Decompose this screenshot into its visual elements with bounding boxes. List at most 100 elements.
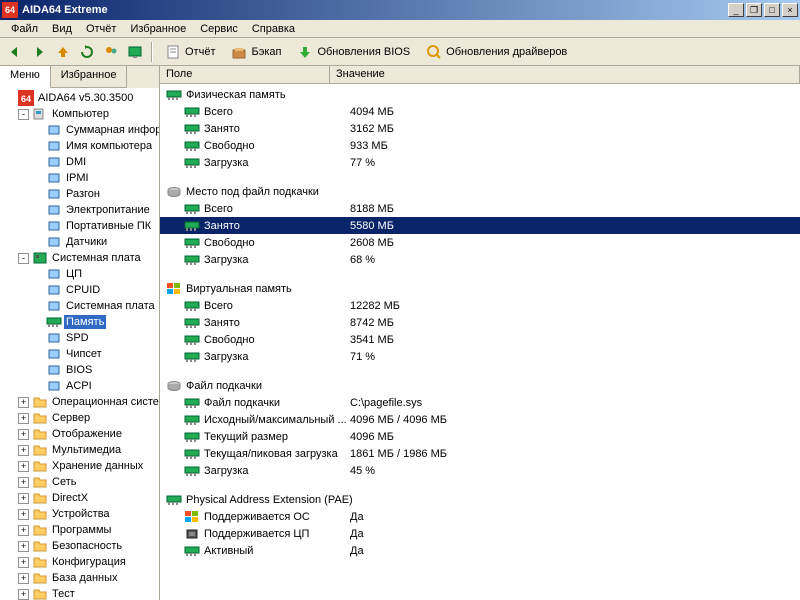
collapse-icon[interactable]: - (18, 109, 29, 120)
tab-menu[interactable]: Меню (0, 66, 51, 88)
tree-item[interactable]: -Компьютер (2, 106, 157, 122)
data-list[interactable]: Физическая памятьВсего4094 МБЗанято3162 … (160, 84, 800, 600)
tree-item[interactable]: + Хранение данных (2, 458, 157, 474)
data-row[interactable]: Занято3162 МБ (160, 120, 800, 137)
forward-button[interactable] (28, 41, 50, 63)
tree-item[interactable]: +Операционная система (2, 394, 157, 410)
bios-update-button[interactable]: Обновления BIOS (290, 41, 417, 63)
tree-item[interactable]: +Мультимедиа (2, 442, 157, 458)
up-button[interactable] (52, 41, 74, 63)
tree-item[interactable]: +Сеть (2, 474, 157, 490)
monitor-button[interactable] (124, 41, 146, 63)
tab-favorites[interactable]: Избранное (51, 66, 128, 88)
data-row[interactable]: Файл подкачкиC:\pagefile.sys (160, 394, 800, 411)
data-row[interactable]: Исходный/максимальный ...4096 МБ / 4096 … (160, 411, 800, 428)
tree-label: Память (64, 315, 106, 329)
expand-icon[interactable]: + (18, 557, 29, 568)
expand-icon[interactable]: + (18, 477, 29, 488)
nav-tree[interactable]: 64AIDA64 v5.30.3500-КомпьютерСуммарная и… (0, 88, 159, 600)
tree-item[interactable]: +Отображение (2, 426, 157, 442)
expand-icon[interactable]: + (18, 493, 29, 504)
expand-icon[interactable]: + (18, 589, 29, 600)
tree-item[interactable]: -Системная плата (2, 250, 157, 266)
column-field[interactable]: Поле (160, 66, 330, 83)
tree-item[interactable]: SPD (2, 330, 157, 346)
menu-file[interactable]: Файл (4, 21, 45, 37)
expand-icon[interactable]: + (18, 541, 29, 552)
tree-item[interactable]: Имя компьютера (2, 138, 157, 154)
data-row[interactable]: Загрузка68 % (160, 251, 800, 268)
data-row[interactable]: Занято5580 МБ (160, 217, 800, 234)
data-row[interactable]: Загрузка45 % (160, 462, 800, 479)
tree-item[interactable]: Разгон (2, 186, 157, 202)
menu-report[interactable]: Отчёт (79, 21, 123, 37)
tree-item[interactable]: +Безопасность (2, 538, 157, 554)
tree-item[interactable]: Датчики (2, 234, 157, 250)
tree-item[interactable]: +Тест (2, 586, 157, 600)
menu-view[interactable]: Вид (45, 21, 79, 37)
minimize-button[interactable]: _ (728, 3, 744, 17)
expand-icon[interactable]: + (18, 509, 29, 520)
data-row[interactable]: Свободно2608 МБ (160, 234, 800, 251)
data-row[interactable]: Текущая/пиковая загрузка1861 МБ / 1986 М… (160, 445, 800, 462)
tree-item[interactable]: Память (2, 314, 157, 330)
data-row[interactable]: Загрузка77 % (160, 154, 800, 171)
tree-item[interactable]: +Сервер (2, 410, 157, 426)
tree-item[interactable]: +Конфигурация (2, 554, 157, 570)
collapse-icon[interactable]: - (18, 253, 29, 264)
data-row[interactable]: АктивныйДа (160, 542, 800, 559)
data-row[interactable]: Свободно3541 МБ (160, 331, 800, 348)
tree-item[interactable]: ACPI (2, 378, 157, 394)
tree-item[interactable]: CPUID (2, 282, 157, 298)
data-row[interactable]: Занято8742 МБ (160, 314, 800, 331)
expand-icon[interactable]: + (18, 413, 29, 424)
row-value: 8742 МБ (350, 317, 394, 329)
users-button[interactable] (100, 41, 122, 63)
pc-icon (32, 106, 48, 122)
tree-item[interactable]: Электропитание (2, 202, 157, 218)
report-button[interactable]: Отчёт (158, 41, 222, 63)
driver-update-button[interactable]: Обновления драйверов (419, 41, 574, 63)
tree-item[interactable]: Системная плата (2, 298, 157, 314)
data-row[interactable]: Всего8188 МБ (160, 200, 800, 217)
expand-icon[interactable]: + (18, 397, 29, 408)
backup-button[interactable]: Бэкап (224, 41, 288, 63)
data-row[interactable]: Всего12282 МБ (160, 297, 800, 314)
data-row[interactable]: Загрузка71 % (160, 348, 800, 365)
expand-icon[interactable]: + (18, 573, 29, 584)
data-row[interactable]: Свободно933 МБ (160, 137, 800, 154)
tree-item[interactable]: DMI (2, 154, 157, 170)
tree-item[interactable]: 64AIDA64 v5.30.3500 (2, 90, 157, 106)
tree-item[interactable]: IPMI (2, 170, 157, 186)
tree-item[interactable]: BIOS (2, 362, 157, 378)
tree-label: Хранение данных (50, 459, 145, 473)
tree-item[interactable]: +DirectX (2, 490, 157, 506)
tree-item[interactable]: Суммарная информа... (2, 122, 157, 138)
data-row[interactable]: Текущий размер4096 МБ (160, 428, 800, 445)
app-icon: 64 (2, 2, 18, 18)
tree-item[interactable]: ЦП (2, 266, 157, 282)
expand-icon[interactable]: + (18, 525, 29, 536)
column-value[interactable]: Значение (330, 66, 800, 83)
expand-icon[interactable]: + (18, 445, 29, 456)
tree-item[interactable]: +База данных (2, 570, 157, 586)
menu-service[interactable]: Сервис (193, 21, 245, 37)
menu-favorites[interactable]: Избранное (123, 21, 193, 37)
data-row[interactable]: Поддерживается ОСДа (160, 508, 800, 525)
expand-icon[interactable]: + (18, 461, 29, 472)
menu-help[interactable]: Справка (245, 21, 302, 37)
data-row[interactable]: Поддерживается ЦПДа (160, 525, 800, 542)
restore-button[interactable]: ❐ (746, 3, 762, 17)
section-title: Файл подкачки (186, 380, 262, 392)
back-button[interactable] (4, 41, 26, 63)
maximize-button[interactable]: □ (764, 3, 780, 17)
data-row[interactable]: Всего4094 МБ (160, 103, 800, 120)
row-value: 2608 МБ (350, 237, 394, 249)
tree-item[interactable]: +Устройства (2, 506, 157, 522)
refresh-button[interactable] (76, 41, 98, 63)
tree-item[interactable]: Чипсет (2, 346, 157, 362)
tree-item[interactable]: Портативные ПК (2, 218, 157, 234)
tree-item[interactable]: +Программы (2, 522, 157, 538)
close-button[interactable]: × (782, 3, 798, 17)
expand-icon[interactable]: + (18, 429, 29, 440)
